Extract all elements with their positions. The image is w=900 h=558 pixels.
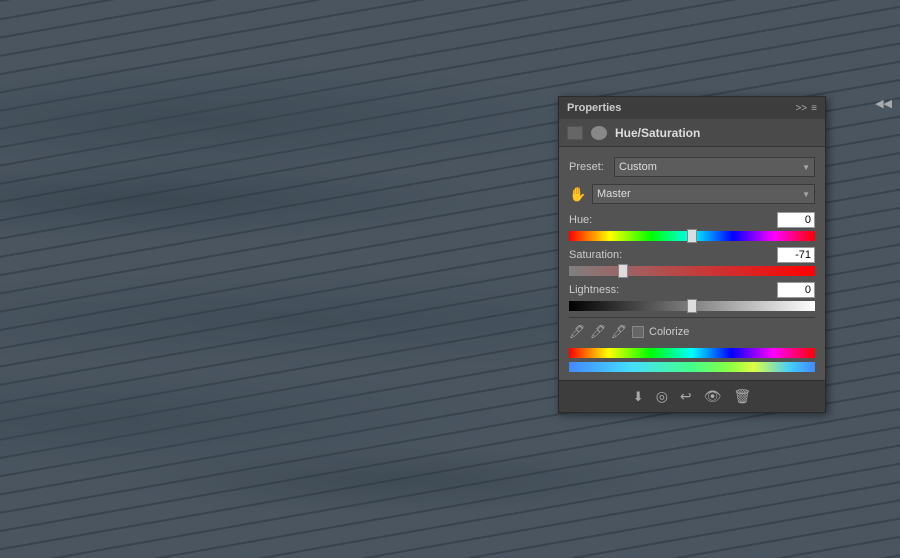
menu-icon[interactable]: ≡ (811, 103, 817, 114)
saturation-slider-row: Saturation: -71 (569, 247, 815, 276)
preset-label: Preset: (569, 161, 609, 173)
eyedropper-tool-icon[interactable]: 🖊 (569, 324, 585, 340)
lightness-slider-thumb[interactable] (687, 299, 697, 313)
hue-label: Hue: (569, 214, 592, 226)
channel-dropdown[interactable]: Master ▼ (592, 184, 815, 204)
saturation-label: Saturation: (569, 249, 622, 261)
top-right-icons: ◀◀ (875, 97, 892, 110)
adjustment-title: Hue/Saturation (615, 126, 700, 140)
hand-tool-icon[interactable]: ✋ (569, 185, 587, 203)
lightness-label: Lightness: (569, 284, 619, 296)
preset-row: Preset: Custom ▼ (569, 157, 815, 177)
lightness-label-row: Lightness: 0 (569, 282, 815, 298)
colorize-checkbox[interactable] (632, 326, 644, 338)
reset-icon[interactable]: ↩ (680, 388, 692, 405)
panel-title: Properties (567, 102, 621, 114)
hue-value-box[interactable]: 0 (777, 212, 815, 228)
delete-icon[interactable]: 🗑 (733, 388, 751, 405)
panel-subheader: Hue/Saturation (559, 119, 825, 147)
channel-row: ✋ Master ▼ (569, 184, 815, 204)
preset-dropdown[interactable]: Custom ▼ (614, 157, 815, 177)
eyedropper-minus-icon[interactable]: 🖊 (611, 324, 627, 340)
lightness-slider-row: Lightness: 0 (569, 282, 815, 311)
lightness-value: 0 (805, 284, 811, 296)
panel-header: Properties >> ≡ (559, 97, 825, 119)
saturation-value-box[interactable]: -71 (777, 247, 815, 263)
panel-footer: ⬇ ◎ ↩ 👁 🗑 (559, 380, 825, 412)
channel-dropdown-arrow: ▼ (802, 190, 810, 199)
spectrum-bar-original (569, 348, 815, 358)
clip-to-layer-icon[interactable]: ⬇ (633, 389, 644, 405)
lightness-slider-track[interactable] (569, 301, 815, 311)
divider (569, 317, 815, 318)
adjustment-icon (591, 126, 607, 140)
preset-value: Custom (619, 161, 657, 173)
hue-slider-row: Hue: 0 (569, 212, 815, 241)
saturation-slider-track[interactable] (569, 266, 815, 276)
preset-dropdown-arrow: ▼ (802, 163, 810, 172)
channel-value: Master (597, 188, 631, 200)
hue-label-row: Hue: 0 (569, 212, 815, 228)
double-arrow-icon[interactable]: ◀◀ (875, 97, 892, 110)
collapse-icon[interactable]: >> (795, 103, 807, 114)
spectrum-bar-adjusted (569, 362, 815, 372)
panel-header-icons: >> ≡ (795, 103, 817, 114)
saturation-label-row: Saturation: -71 (569, 247, 815, 263)
layer-mask-icon (567, 126, 583, 140)
hue-slider-thumb[interactable] (687, 229, 697, 243)
saturation-slider-thumb[interactable] (618, 264, 628, 278)
hue-slider-track[interactable] (569, 231, 815, 241)
colorize-row: 🖊 🖊 🖊 Colorize (569, 324, 815, 340)
properties-panel: Properties >> ≡ Hue/Saturation Preset: C… (558, 96, 826, 413)
view-icon[interactable]: 👁 (704, 388, 722, 405)
hue-value: 0 (805, 214, 811, 226)
lightness-value-box[interactable]: 0 (777, 282, 815, 298)
saturation-value: -71 (795, 249, 811, 261)
eyedropper-plus-icon[interactable]: 🖊 (590, 324, 606, 340)
colorize-label: Colorize (649, 326, 689, 338)
panel-content: Preset: Custom ▼ ✋ Master ▼ Hue: 0 (559, 147, 825, 380)
visibility-icon[interactable]: ◎ (656, 388, 668, 405)
